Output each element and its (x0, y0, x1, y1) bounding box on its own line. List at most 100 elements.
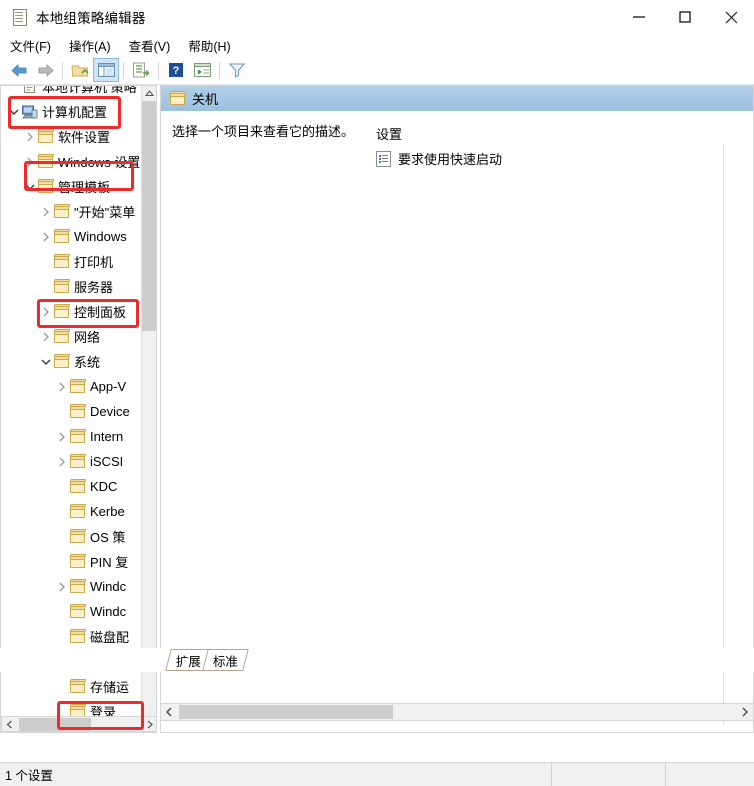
menu-view[interactable]: 查看(V) (129, 35, 180, 56)
chevron-right-icon[interactable] (39, 199, 53, 224)
tree-pane[interactable]: 本地计算机 策略 计算机配置软件设置 Windows 设置 管理模板 "开始"菜单 Win… (0, 85, 157, 733)
title-bar: 本地组策略编辑器 (0, 0, 754, 34)
folder-icon (69, 424, 87, 449)
tree-item-16[interactable]: KDC (1, 474, 143, 499)
window-title: 本地组策略编辑器 (36, 11, 146, 26)
tree-item-label: 系统 (74, 355, 101, 370)
chevron-right-icon[interactable] (39, 299, 53, 324)
tree-item-22[interactable]: 磁盘配 (1, 624, 143, 649)
tree-item-10[interactable]: 网络 (1, 324, 143, 349)
policy-tree[interactable]: 本地计算机 策略 计算机配置软件设置 Windows 设置 管理模板 "开始"菜单 Win… (1, 86, 143, 732)
scroll-up-icon[interactable] (142, 86, 156, 101)
close-button[interactable] (708, 0, 754, 34)
tree-item-19[interactable]: PIN 复 (1, 549, 143, 574)
menu-action[interactable]: 操作(A) (69, 35, 120, 56)
chevron-right-icon[interactable] (23, 124, 37, 149)
tree-item-18[interactable]: OS 策 (1, 524, 143, 549)
tree-item-label: 软件设置 (58, 130, 111, 145)
tree-item-8[interactable]: 服务器 (1, 274, 143, 299)
properties-icon[interactable] (189, 58, 215, 82)
tree-item-label: 服务器 (74, 280, 114, 295)
tree-item-13[interactable]: Device (1, 399, 143, 424)
filter-icon[interactable] (224, 58, 250, 82)
chevron-down-icon[interactable] (39, 349, 53, 374)
chevron-right-icon[interactable] (55, 374, 69, 399)
scroll-right-icon[interactable] (142, 717, 156, 731)
tree-item-7[interactable]: 打印机 (1, 249, 143, 274)
status-separator (665, 763, 666, 786)
tree-item-3[interactable]: Windows 设置 (1, 149, 143, 174)
tree-item-20[interactable]: Windc (1, 574, 143, 599)
tree-scroll-thumb[interactable] (142, 101, 156, 331)
tree-horizontal-scrollbar[interactable] (1, 716, 156, 732)
menu-bar: 文件(F) 操作(A) 查看(V) 帮助(H) (0, 34, 754, 56)
up-folder-icon[interactable] (67, 58, 93, 82)
scroll-left-icon[interactable] (2, 717, 17, 731)
folder-icon (53, 224, 71, 249)
tree-item-label: 打印机 (74, 255, 114, 270)
tree-item-1[interactable]: 计算机配置 (1, 99, 143, 124)
tree-item-21[interactable]: Windc (1, 599, 143, 624)
tree-item-9[interactable]: 控制面板 (1, 299, 143, 324)
setting-label: 要求使用快速启动 (398, 152, 503, 167)
tree-item-6[interactable]: Windows (1, 224, 143, 249)
export-list-icon[interactable] (128, 58, 154, 82)
description-column: 选择一个项目来查看它的描述。 (161, 111, 364, 709)
chevron-down-icon[interactable] (23, 174, 37, 199)
folder-icon (53, 249, 71, 274)
tab-standard[interactable]: 标准 (202, 649, 249, 671)
back-icon[interactable] (6, 58, 32, 82)
tree-item-label: Kerbe (90, 504, 125, 519)
tree-item-15[interactable]: iSCSI (1, 449, 143, 474)
pane-divider (723, 145, 724, 725)
list-item[interactable]: 要求使用快速启动 (376, 149, 502, 168)
tree-item-label: 存储运 (90, 680, 130, 695)
folder-icon (69, 549, 87, 574)
chevron-right-icon[interactable] (55, 574, 69, 599)
chevron-right-icon[interactable] (55, 424, 69, 449)
forward-icon[interactable] (32, 58, 58, 82)
folder-icon (53, 274, 71, 299)
show-hide-tree-icon[interactable] (93, 58, 119, 82)
tree-vertical-scrollbar[interactable] (141, 86, 156, 732)
tree-item-17[interactable]: Kerbe (1, 499, 143, 524)
scroll-left-icon[interactable] (161, 704, 178, 720)
tree-item-label: KDC (90, 479, 118, 494)
tree-item-2[interactable]: 软件设置 (1, 124, 143, 149)
tree-item-label: 网络 (74, 330, 101, 345)
computer-icon (21, 99, 38, 124)
scroll-right-icon[interactable] (736, 704, 753, 720)
maximize-button[interactable] (662, 0, 708, 34)
tree-item-24[interactable]: 存储运 (1, 674, 143, 699)
menu-help[interactable]: 帮助(H) (188, 35, 239, 56)
minimize-button[interactable] (616, 0, 662, 34)
folder-icon (53, 349, 71, 374)
tree-item-11[interactable]: 系统 (1, 349, 143, 374)
menu-file[interactable]: 文件(F) (10, 35, 60, 56)
chevron-down-icon[interactable] (7, 99, 21, 124)
chevron-right-icon[interactable] (55, 449, 69, 474)
settings-pane: 关机 选择一个项目来查看它的描述。 设置 要求使用快速启动 (160, 85, 754, 733)
settings-horizontal-scrollbar[interactable] (160, 703, 754, 721)
tree-item-12[interactable]: App-V (1, 374, 143, 399)
tree-item-label: Windc (90, 579, 127, 594)
pane-body: 选择一个项目来查看它的描述。 设置 要求使用快速启动 (161, 111, 753, 725)
tree-hscroll-thumb[interactable] (19, 717, 91, 731)
tree-item-14[interactable]: Intern (1, 424, 143, 449)
chevron-right-icon[interactable] (39, 224, 53, 249)
tree-item-label: Windows (74, 229, 127, 244)
tree-item-0[interactable]: 本地计算机 策略 (1, 86, 143, 99)
tree-item-5[interactable]: "开始"菜单 (1, 199, 143, 224)
folder-icon (69, 524, 87, 549)
chevron-right-icon[interactable] (23, 149, 37, 174)
help-icon[interactable]: ? (163, 58, 189, 82)
settings-hscroll-thumb[interactable] (179, 705, 393, 719)
chevron-right-icon[interactable] (39, 324, 53, 349)
tree-item-4[interactable]: 管理模板 (1, 174, 143, 199)
